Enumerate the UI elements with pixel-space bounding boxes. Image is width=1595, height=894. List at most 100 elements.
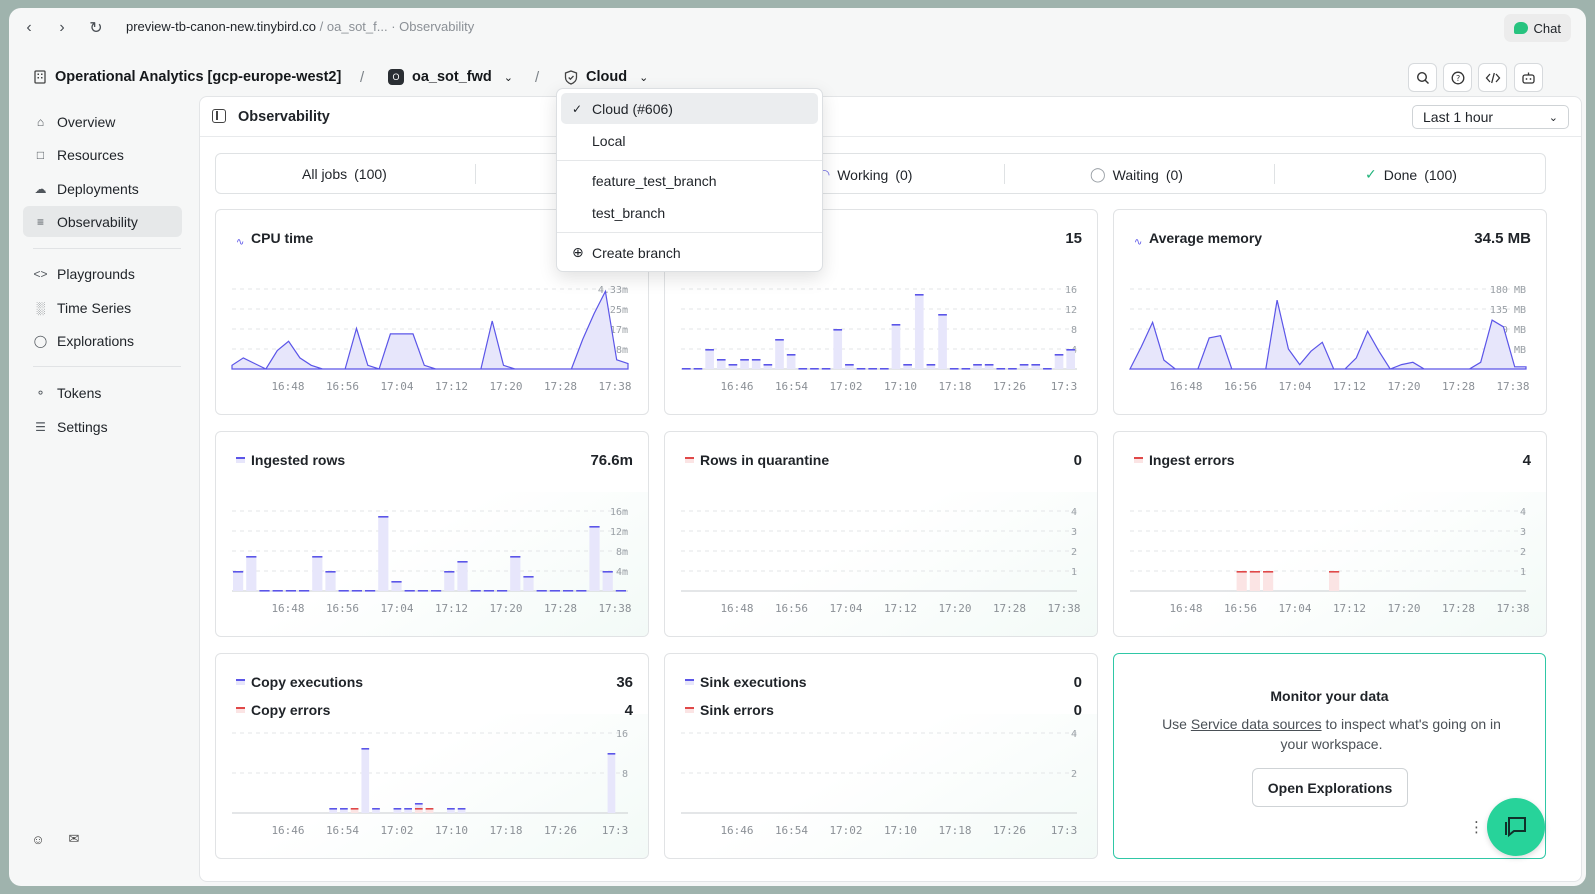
x-tick-label: 17:02 bbox=[380, 824, 413, 837]
sidebar-item-observability[interactable]: ≡ Observability bbox=[23, 206, 182, 237]
bar bbox=[444, 571, 455, 591]
dropdown-item-local[interactable]: Local bbox=[561, 125, 818, 156]
dropdown-item-test-branch[interactable]: test_branch bbox=[561, 197, 818, 228]
job-label: Done bbox=[1383, 166, 1418, 183]
y-tick-label: 1 bbox=[1071, 567, 1077, 578]
bar-cap bbox=[914, 294, 924, 296]
sidebar-item-label: Observability bbox=[57, 213, 138, 230]
open-explorations-button[interactable]: Open Explorations bbox=[1252, 768, 1408, 807]
sidebar-item-resources[interactable]: □ Resources bbox=[23, 139, 182, 170]
dropdown-item-feature-test-branch[interactable]: feature_test_branch bbox=[561, 165, 818, 196]
bar-cap bbox=[589, 526, 600, 528]
chat-fab-button[interactable] bbox=[1487, 798, 1545, 856]
bar-cap bbox=[1249, 571, 1260, 573]
project-selector[interactable]: O oa_sot_fwd ⌄ bbox=[388, 69, 513, 85]
bar-cap bbox=[497, 590, 508, 592]
y-tick-label: 12m bbox=[610, 527, 628, 538]
bar-cap bbox=[1263, 571, 1274, 573]
feedback-icon[interactable]: ✉ bbox=[65, 830, 83, 848]
ingest-errors-chart: 1 2 3 4 16:48 16:56 17:04 17:12 17:20 17:28 17:38 bbox=[1130, 507, 1530, 615]
x-tick-label: 17:28 bbox=[1442, 380, 1475, 393]
sidebar-item-deployments[interactable]: ☁ Deployments bbox=[23, 173, 182, 204]
bar-cap bbox=[510, 556, 521, 558]
bar-cap bbox=[833, 329, 843, 331]
x-tick-label: 17:38 bbox=[1047, 602, 1080, 615]
sidebar-item-playgrounds[interactable]: <> Playgrounds bbox=[23, 258, 182, 289]
bar-cap bbox=[444, 571, 455, 573]
reload-icon[interactable]: ↻ bbox=[84, 17, 108, 39]
sink-executions-card: Sink executions 0 Sink errors 0 2 4 16:46 1… bbox=[664, 653, 1098, 859]
sidebar-item-label: Time Series bbox=[57, 299, 132, 316]
search-icon bbox=[1416, 71, 1429, 84]
legend-swatch bbox=[236, 707, 245, 713]
x-tick-label: 17:12 bbox=[884, 602, 917, 615]
help-button[interactable]: ? bbox=[1443, 63, 1472, 92]
bar-cap bbox=[378, 516, 389, 518]
y-tick-label: 4.33m bbox=[598, 285, 628, 296]
bar bbox=[589, 526, 600, 591]
jobs-tab-working[interactable]: ◠ Working (0) bbox=[818, 166, 912, 183]
sidebar-divider bbox=[33, 248, 181, 249]
ai-agent-button[interactable] bbox=[1514, 63, 1543, 92]
x-tick-label: 17:02 bbox=[829, 380, 862, 393]
sidebar-item-tokens[interactable]: ⚬ Tokens bbox=[23, 377, 182, 408]
time-range-select[interactable]: Last 1 hour ⌄ bbox=[1412, 105, 1569, 129]
back-icon[interactable]: ‹ bbox=[17, 17, 41, 39]
workspace-name: Operational Analytics [gcp-europe-west2] bbox=[55, 69, 342, 85]
x-tick-label: 17:20 bbox=[938, 602, 971, 615]
x-tick-label: 17:28 bbox=[1442, 602, 1475, 615]
environment-selector[interactable]: Cloud ⌄ bbox=[564, 69, 648, 85]
card-value: 34.5 MB bbox=[1474, 230, 1531, 247]
y-tick-label: 2 bbox=[1520, 547, 1526, 558]
jobs-tab-waiting[interactable]: ◯ Waiting (0) bbox=[1090, 166, 1183, 183]
workspace-selector[interactable]: Operational Analytics [gcp-europe-west2] bbox=[33, 69, 341, 85]
bar-chart-icon: ░ bbox=[36, 300, 45, 315]
code-button[interactable] bbox=[1478, 63, 1507, 92]
bar-cap bbox=[903, 364, 912, 366]
jobs-tab-done[interactable]: ✓ Done (100) bbox=[1365, 166, 1457, 183]
dropdown-item-cloud[interactable]: ✓ Cloud (#606) bbox=[561, 93, 818, 124]
y-tick-label: 2 bbox=[1071, 547, 1077, 558]
y-tick-label: 4 bbox=[1071, 507, 1077, 518]
x-tick-label: 17:3 bbox=[1051, 824, 1078, 837]
address-bar[interactable]: preview-tb-canon-new.tinybird.co / oa_so… bbox=[126, 19, 474, 34]
sidebar-item-settings[interactable]: ☰ Settings bbox=[23, 411, 182, 442]
job-count: (0) bbox=[895, 166, 913, 183]
forward-icon[interactable]: › bbox=[50, 17, 74, 39]
bar-cap bbox=[414, 803, 423, 805]
card-subvalue: 4 bbox=[624, 702, 633, 719]
bar-cap bbox=[1329, 571, 1340, 573]
x-tick-label: 16:56 bbox=[326, 380, 359, 393]
user-icon[interactable]: ☺ bbox=[29, 830, 47, 848]
create-branch-button[interactable]: ⊕ Create branch bbox=[561, 237, 818, 268]
y-tick-label: 8 bbox=[622, 769, 628, 780]
search-button[interactable] bbox=[1408, 63, 1437, 92]
bar-cap bbox=[470, 590, 481, 592]
url-page: · Observability bbox=[387, 19, 475, 34]
card-subtitle: Copy errors bbox=[251, 702, 331, 718]
bar-cap bbox=[1008, 368, 1017, 370]
ingested-rows-card: Ingested rows 76.6m 4m 8m 12m 16m 16:48 16:56… bbox=[215, 431, 649, 637]
bar bbox=[312, 556, 323, 591]
bar-cap bbox=[285, 590, 296, 592]
sidebar-item-overview[interactable]: ⌂ Overview bbox=[23, 106, 182, 137]
bar-cap bbox=[361, 748, 370, 750]
bar-cap bbox=[810, 368, 819, 370]
bar-cap bbox=[961, 368, 971, 370]
x-tick-label: 17:3 bbox=[602, 824, 629, 837]
main-panel: Observability Last 1 hour ⌄ All jobs (100… bbox=[199, 96, 1582, 882]
breadcrumb-separator: / bbox=[535, 69, 540, 86]
legend-swatch bbox=[236, 679, 245, 685]
sidebar-item-label: Settings bbox=[57, 418, 108, 435]
sidebar-item-time-series[interactable]: ░ Time Series bbox=[23, 292, 182, 323]
chat-button[interactable]: Chat bbox=[1503, 14, 1571, 42]
bar bbox=[775, 339, 784, 369]
jobs-tab-all[interactable]: All jobs (100) bbox=[302, 166, 387, 182]
card-title: Copy executions bbox=[251, 674, 364, 690]
y-tick-label: 4 bbox=[1520, 507, 1526, 518]
x-tick-label: 17:04 bbox=[1278, 380, 1311, 393]
sidebar-item-explorations[interactable]: ◯ Explorations bbox=[23, 325, 182, 356]
sidebar-item-label: Overview bbox=[57, 113, 116, 130]
service-data-sources-link[interactable]: Service data sources bbox=[1191, 716, 1322, 732]
sidebar-toggle-icon[interactable] bbox=[212, 109, 226, 123]
